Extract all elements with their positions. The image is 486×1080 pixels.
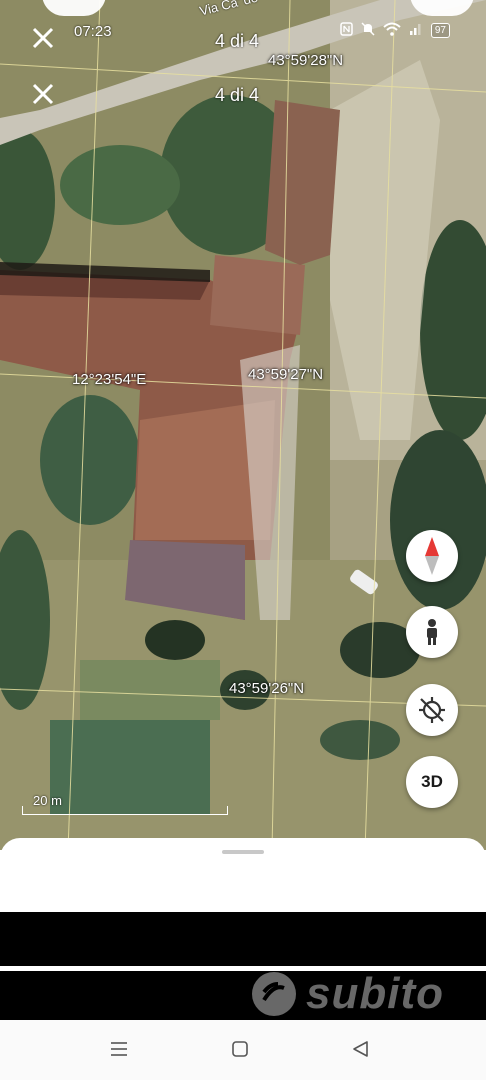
street-view-button[interactable] (406, 606, 458, 658)
pegman-icon (427, 619, 437, 645)
watermark-text: subito (306, 969, 444, 1018)
signal-icon (409, 22, 423, 39)
menu-icon (111, 1042, 127, 1056)
latitude-label-top: 43°59'28"N (268, 52, 344, 69)
black-band-top (0, 912, 486, 966)
compass-button[interactable] (406, 530, 458, 582)
battery-icon: 97 (430, 23, 450, 38)
subito-logo-icon (252, 972, 296, 1016)
recents-button[interactable] (108, 1038, 132, 1062)
location-button[interactable] (406, 684, 458, 736)
satellite-map[interactable]: Via Ca' de 43°59'28"N 43°59'27"N 12°23'5… (0, 0, 486, 850)
longitude-label: 12°23'54"E (72, 371, 147, 388)
bottom-sheet[interactable] (0, 838, 486, 918)
home-square-icon (232, 1041, 248, 1057)
mute-icon (361, 22, 375, 39)
latitude-label-middle: 43°59'27"N (248, 366, 324, 383)
back-button[interactable] (350, 1038, 374, 1062)
close-button-secondary[interactable] (28, 82, 58, 112)
close-icon (32, 83, 54, 105)
wifi-icon (383, 22, 401, 39)
image-counter-second: 4 di 4 (215, 85, 260, 105)
location-off-icon (419, 697, 445, 723)
latitude-label-bottom: 43°59'26"N (229, 680, 305, 697)
system-navigation-bar (0, 1020, 486, 1080)
close-icon (32, 27, 54, 49)
status-time: 07:23 (74, 23, 112, 40)
subito-watermark: subito (250, 968, 444, 1020)
close-button[interactable] (28, 26, 58, 56)
sheet-drag-handle[interactable] (222, 850, 264, 854)
back-triangle-icon (353, 1041, 368, 1057)
nfc-icon (340, 22, 353, 39)
image-counter-top: 4 di 4 (215, 31, 260, 51)
3d-toggle-button[interactable]: 3D (406, 756, 458, 808)
scale-bar (22, 806, 228, 815)
compass-icon (425, 537, 439, 575)
home-button[interactable] (229, 1038, 253, 1062)
